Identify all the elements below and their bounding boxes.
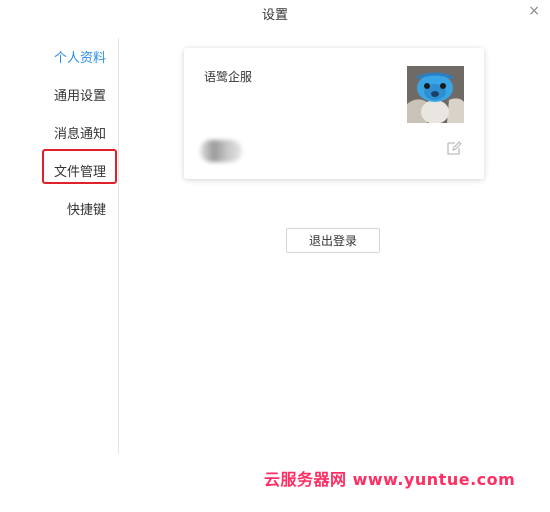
watermark-text: 云服务器网 www.yuntue.com	[264, 470, 516, 489]
edit-icon[interactable]	[446, 140, 462, 156]
title-bar: 设置 ×	[0, 0, 550, 24]
sidebar-item-notifications[interactable]: 消息通知	[54, 123, 106, 142]
window-title: 设置	[261, 8, 288, 23]
profile-name: 语鹭企服	[204, 70, 253, 84]
avatar[interactable]	[407, 66, 464, 123]
sidebar-divider	[118, 38, 119, 454]
sidebar: 个人资料 通用设置 消息通知 文件管理 快捷键	[0, 24, 118, 454]
sidebar-item-shortcuts[interactable]: 快捷键	[67, 199, 106, 218]
close-icon[interactable]: ×	[528, 4, 540, 18]
profile-card: 语鹭企服	[184, 48, 484, 179]
logout-button[interactable]: 退出登录	[286, 228, 380, 253]
sidebar-item-profile[interactable]: 个人资料	[54, 47, 106, 66]
blurred-info	[200, 140, 242, 162]
sidebar-item-general[interactable]: 通用设置	[54, 85, 106, 104]
highlight-box	[42, 149, 117, 184]
